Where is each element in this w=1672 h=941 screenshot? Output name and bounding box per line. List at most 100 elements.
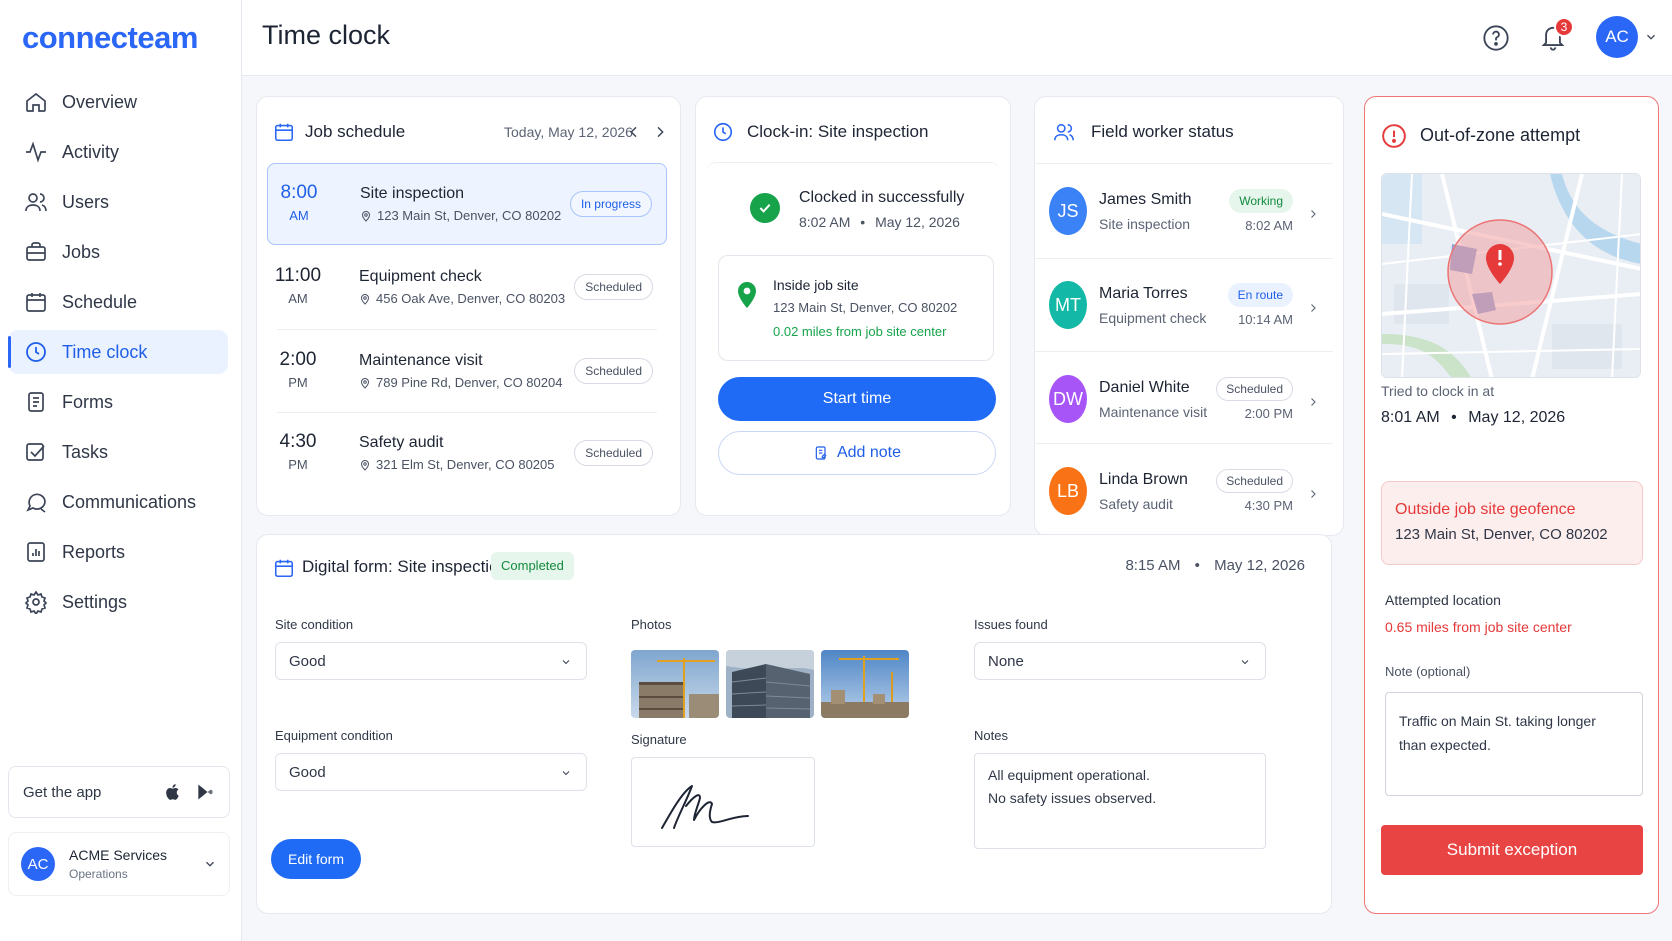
sidebar-item-tasks[interactable]: Tasks [8, 430, 228, 474]
sidebar-item-forms[interactable]: Forms [8, 380, 228, 424]
site-condition-select[interactable]: Good [275, 642, 587, 680]
worker-row[interactable]: LB Linda Brown Safety audit Scheduled 4:… [1035, 445, 1333, 533]
help-icon[interactable] [1482, 24, 1510, 52]
start-time-button[interactable]: Start time [718, 377, 996, 421]
job-time: 2:00 [279, 349, 317, 370]
sidebar-item-reports[interactable]: Reports [8, 530, 228, 574]
distance-text: 0.02 miles from job site center [773, 324, 947, 339]
photo-thumbnail[interactable] [821, 650, 909, 718]
sidebar-item-label: Settings [62, 591, 128, 612]
status-badge: Scheduled [574, 440, 653, 466]
sidebar-item-jobs[interactable]: Jobs [8, 230, 228, 274]
sidebar-nav: Overview Activity Users Jobs Schedule Ti… [8, 80, 228, 630]
sidebar-item-communications[interactable]: Communications [8, 480, 228, 524]
job-ampm: PM [288, 375, 308, 390]
location-pin-icon [360, 459, 370, 471]
job-name: Maintenance visit [359, 352, 483, 369]
tried-label: Tried to clock in at [1381, 383, 1495, 399]
chevron-down-icon[interactable] [1644, 30, 1658, 44]
chevron-down-icon [206, 861, 214, 867]
signature-image [661, 785, 749, 829]
field-label: Notes [974, 728, 1008, 743]
clock-in-success-box: Clocked in successfully 8:02 AM • May 12… [706, 162, 1000, 258]
calendar-icon [274, 123, 294, 142]
notes-field[interactable]: All equipment operational. No safety iss… [974, 753, 1266, 849]
note-icon [815, 446, 827, 460]
play-store-icon[interactable] [195, 782, 215, 802]
job-row[interactable]: 11:00 AM Equipment check 456 Oak Ave, De… [267, 247, 667, 329]
worker-row[interactable]: DW Daniel White Maintenance visit Schedu… [1035, 353, 1333, 441]
users-icon [25, 193, 47, 212]
sidebar-item-label: Tasks [62, 441, 109, 462]
activity-icon [26, 141, 46, 163]
status-badge: Scheduled [574, 358, 653, 384]
note-line: Traffic on Main St. taking longer [1399, 713, 1596, 729]
checkbox-icon [26, 443, 45, 461]
worker-name: Daniel White [1099, 379, 1190, 396]
separator-dot: • [860, 214, 866, 230]
add-note-button[interactable]: Add note [718, 431, 996, 475]
photo-thumbnail[interactable] [631, 650, 719, 718]
sidebar-item-activity[interactable]: Activity [8, 130, 228, 174]
note-textarea[interactable]: Traffic on Main St. taking longer than e… [1385, 692, 1643, 796]
job-row[interactable]: 2:00 PM Maintenance visit 789 Pine Rd, D… [267, 331, 667, 413]
sidebar-item-label: Communications [62, 491, 197, 512]
issues-found-select[interactable]: None [974, 642, 1266, 680]
map-view[interactable] [1381, 173, 1641, 378]
check-circle-icon [750, 193, 780, 223]
tried-date: May 12, 2026 [1468, 409, 1566, 426]
attempted-label: Attempted location [1385, 592, 1501, 608]
attempted-distance: 0.65 miles from job site center [1385, 619, 1572, 635]
user-avatar[interactable]: AC [1596, 16, 1638, 58]
location-pin-icon [361, 210, 371, 222]
worker-time: 10:14 AM [1238, 312, 1293, 327]
field-label: Issues found [974, 617, 1048, 632]
get-app-label: Get the app [23, 783, 102, 801]
location-title: Inside job site [773, 277, 859, 293]
document-icon [28, 392, 44, 412]
job-ampm: AM [288, 291, 308, 306]
card-title: Digital form: Site inspection [302, 557, 508, 576]
digital-form-card: Digital form: Site inspection Completed … [256, 534, 1332, 914]
schedule-date: Today, May 12, 2026 [504, 124, 633, 140]
job-ampm: PM [288, 457, 308, 472]
sidebar-item-settings[interactable]: Settings [8, 580, 228, 624]
signature-box [631, 757, 815, 847]
home-icon [26, 92, 46, 112]
edit-form-button[interactable]: Edit form [271, 839, 361, 879]
worker-row[interactable]: JS James Smith Site inspection Working 8… [1035, 165, 1333, 253]
separator-dot: • [1451, 409, 1457, 426]
job-name: Site inspection [360, 185, 465, 202]
job-name: Equipment check [359, 268, 482, 285]
location-pin-icon [360, 293, 370, 305]
sidebar-item-schedule[interactable]: Schedule [8, 280, 228, 324]
out-of-zone-card: Out-of-zone attempt Tried to clock in at… [1364, 96, 1659, 914]
users-icon [1054, 123, 1074, 141]
worker-job: Safety audit [1099, 496, 1173, 512]
form-date: May 12, 2026 [1214, 557, 1305, 574]
job-row[interactable]: 8:00 AM Site inspection 123 Main St, Den… [267, 163, 667, 245]
sidebar-item-label: Forms [62, 391, 113, 412]
photo-thumbnail[interactable] [726, 650, 814, 718]
divider [1035, 443, 1333, 444]
chevron-right-icon[interactable] [652, 124, 668, 140]
equipment-condition-select[interactable]: Good [275, 753, 587, 791]
app-logo[interactable]: connecteam [22, 20, 198, 56]
chevron-left-icon[interactable] [626, 124, 642, 140]
job-row[interactable]: 4:30 PM Safety audit 321 Elm St, Denver,… [267, 413, 667, 495]
submit-exception-button[interactable]: Submit exception [1381, 825, 1643, 875]
sidebar-item-overview[interactable]: Overview [8, 80, 228, 124]
calendar-icon [26, 293, 46, 312]
worker-time: 4:30 PM [1244, 498, 1293, 513]
sidebar-item-time-clock[interactable]: Time clock [8, 330, 228, 374]
geofence-alert: Outside job site geofence 123 Main St, D… [1381, 481, 1643, 565]
worker-job: Site inspection [1099, 216, 1191, 232]
worker-row[interactable]: MT Maria Torres Equipment check En route… [1035, 259, 1333, 347]
job-time: 8:00 [280, 182, 318, 203]
clock-icon [26, 342, 46, 362]
worker-name: Linda Brown [1099, 471, 1188, 488]
separator-dot: • [1194, 557, 1200, 574]
account-switcher[interactable]: AC ACME Services Operations [8, 832, 230, 896]
sidebar-item-users[interactable]: Users [8, 180, 228, 224]
apple-icon[interactable] [163, 782, 183, 802]
